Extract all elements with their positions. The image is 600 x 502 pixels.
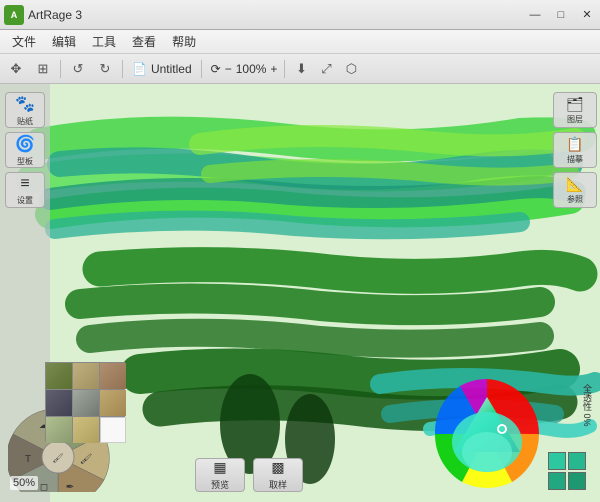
brush-size-label: 50% [10,476,38,490]
zoom-label: 100% [236,62,267,76]
tool-thumb-1[interactable] [46,363,72,389]
color-swatch-1[interactable] [548,452,566,470]
layers-icon: 🗂 [566,96,584,113]
reference-icon: 📐 [566,176,583,193]
tool-thumb-8[interactable] [73,417,99,443]
color-wheel[interactable] [430,377,545,492]
trace-icon: 📋 [566,136,583,153]
menu-edit[interactable]: 编辑 [44,31,84,52]
sample-icon: ▩ [271,459,284,476]
svg-text:T: T [25,454,31,465]
move-tool-button[interactable]: ✥ [4,58,28,80]
grid-button[interactable]: ⊞ [31,58,55,80]
menu-tools[interactable]: 工具 [84,31,124,52]
color-swatch-2[interactable] [568,452,586,470]
window-controls: — □ ✕ [522,5,600,25]
toolbar-separator-1 [60,60,61,78]
layers-label: 图层 [567,114,583,125]
right-panel: 🗂 图层 📋 描摹 📐 参照 [550,84,600,264]
sample-button[interactable]: ▩ 取样 [253,458,303,492]
maximize-button[interactable]: □ [548,5,574,25]
menu-help[interactable]: 帮助 [164,31,204,52]
app-title: ArtRage 3 [28,8,522,22]
trace-button[interactable]: 📋 描摹 [553,132,597,168]
sticker-label: 贴纸 [17,116,33,127]
export-share-button[interactable]: ⬡ [340,58,362,80]
template-label: 型板 [17,156,33,167]
tool-thumbnails-grid [45,362,125,442]
trace-label: 描摹 [567,154,583,165]
document-title: Untitled [151,62,192,76]
doc-icon: 📄 [132,62,147,76]
minimize-button[interactable]: — [522,5,548,25]
layers-button[interactable]: 🗂 图层 [553,92,597,128]
toolbar-separator-3 [201,60,202,78]
sticker-icon: 🐾 [15,94,35,114]
sticker-button[interactable]: 🐾 贴纸 [5,92,45,128]
color-sample-swatches [548,452,586,490]
reference-label: 参照 [567,194,583,205]
color-swatch-3[interactable] [548,472,566,490]
preview-label: 预览 [211,478,229,491]
redo-button[interactable]: ↻ [93,58,117,80]
tool-thumb-5[interactable] [73,390,99,416]
title-bar: A ArtRage 3 — □ ✕ [0,0,600,30]
document-title-area: 📄 Untitled [128,62,196,76]
tool-thumb-3[interactable] [100,363,126,389]
preview-button[interactable]: ▦ 预览 [195,458,245,492]
toolbar-separator-2 [122,60,123,78]
toolbar: ✥ ⊞ ↺ ↻ 📄 Untitled ⟳ − 100% + ⬇ ⤢ ⬡ [0,54,600,84]
tool-thumb-4[interactable] [46,390,72,416]
tool-thumb-6[interactable] [100,390,126,416]
menu-bar: 文件 编辑 工具 查看 帮助 [0,30,600,54]
tool-thumb-2[interactable] [73,363,99,389]
menu-view[interactable]: 查看 [124,31,164,52]
svg-text:◻: ◻ [40,482,48,492]
settings-label: 设置 [17,195,33,206]
svg-text:✒: ✒ [66,482,74,492]
sample-label: 取样 [269,478,287,491]
toolbar-separator-4 [284,60,285,78]
zoom-area: ⟳ − 100% + [211,62,280,76]
menu-file[interactable]: 文件 [4,31,44,52]
rotate-icon: ⟳ [211,62,221,76]
bottom-action-buttons: ▦ 预览 ▩ 取样 [195,458,303,492]
settings-button[interactable]: ≡ 设置 [5,172,45,208]
reference-button[interactable]: 📐 参照 [553,172,597,208]
svg-text:🖌: 🖌 [52,453,63,463]
template-icon: 🌀 [15,134,35,154]
svg-text:🖌: 🖌 [80,453,93,465]
close-button[interactable]: ✕ [574,5,600,25]
undo-button[interactable]: ↺ [66,58,90,80]
export-expand-button[interactable]: ⤢ [315,58,337,80]
template-button[interactable]: 🌀 型板 [5,132,45,168]
settings-icon: ≡ [20,175,29,193]
main-area: 🐾 贴纸 🌀 型板 ≡ 设置 🗂 图层 📋 描摹 📐 参照 [0,84,600,502]
color-swatch-4[interactable] [568,472,586,490]
preview-icon: ▦ [213,459,226,476]
export-down-button[interactable]: ⬇ [290,58,312,80]
color-opacity-label: 全透性 0% [581,384,594,427]
color-samples-grid[interactable] [548,452,586,490]
tool-thumb-7[interactable] [46,417,72,443]
app-icon: A [4,5,24,25]
tool-thumb-9[interactable] [100,417,126,443]
